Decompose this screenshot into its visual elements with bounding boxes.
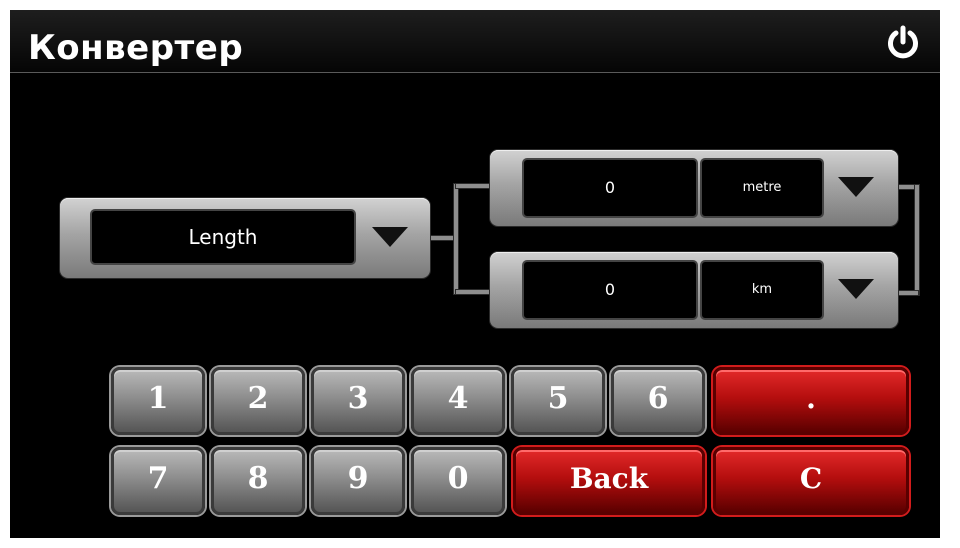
power-icon[interactable]	[884, 24, 922, 62]
decimal-point-button[interactable]: .	[713, 367, 909, 435]
to-value-field[interactable]: 0	[522, 260, 698, 320]
clear-button[interactable]: C	[713, 447, 909, 515]
to-unit-row: 0 km	[490, 252, 898, 328]
from-unit-row: 0 metre	[490, 150, 898, 226]
key-6[interactable]: 6	[611, 367, 705, 435]
key-0[interactable]: 0	[411, 447, 505, 515]
key-9[interactable]: 9	[311, 447, 405, 515]
key-1[interactable]: 1	[111, 367, 205, 435]
connector-line	[896, 291, 918, 295]
chevron-down-icon[interactable]	[372, 227, 408, 247]
back-button[interactable]: Back	[513, 447, 705, 515]
page-title: Конвертер	[28, 28, 244, 68]
connector-line	[454, 184, 458, 294]
category-dropdown[interactable]: Length	[60, 198, 430, 278]
connector-line	[456, 290, 492, 294]
to-unit-field[interactable]: km	[700, 260, 824, 320]
connector-line	[456, 184, 492, 188]
key-3[interactable]: 3	[311, 367, 405, 435]
key-4[interactable]: 4	[411, 367, 505, 435]
key-5[interactable]: 5	[511, 367, 605, 435]
from-value-field[interactable]: 0	[522, 158, 698, 218]
connector-line	[915, 185, 919, 295]
category-field: Length	[90, 209, 356, 265]
chevron-down-icon[interactable]	[838, 177, 874, 197]
title-bar: Конвертер	[10, 10, 940, 73]
key-2[interactable]: 2	[211, 367, 305, 435]
key-8[interactable]: 8	[211, 447, 305, 515]
from-unit-field[interactable]: metre	[700, 158, 824, 218]
chevron-down-icon[interactable]	[838, 279, 874, 299]
key-7[interactable]: 7	[111, 447, 205, 515]
converter-screen: Конвертер Length 0 metre 0 km 1 2 3 4 5 …	[10, 10, 940, 538]
